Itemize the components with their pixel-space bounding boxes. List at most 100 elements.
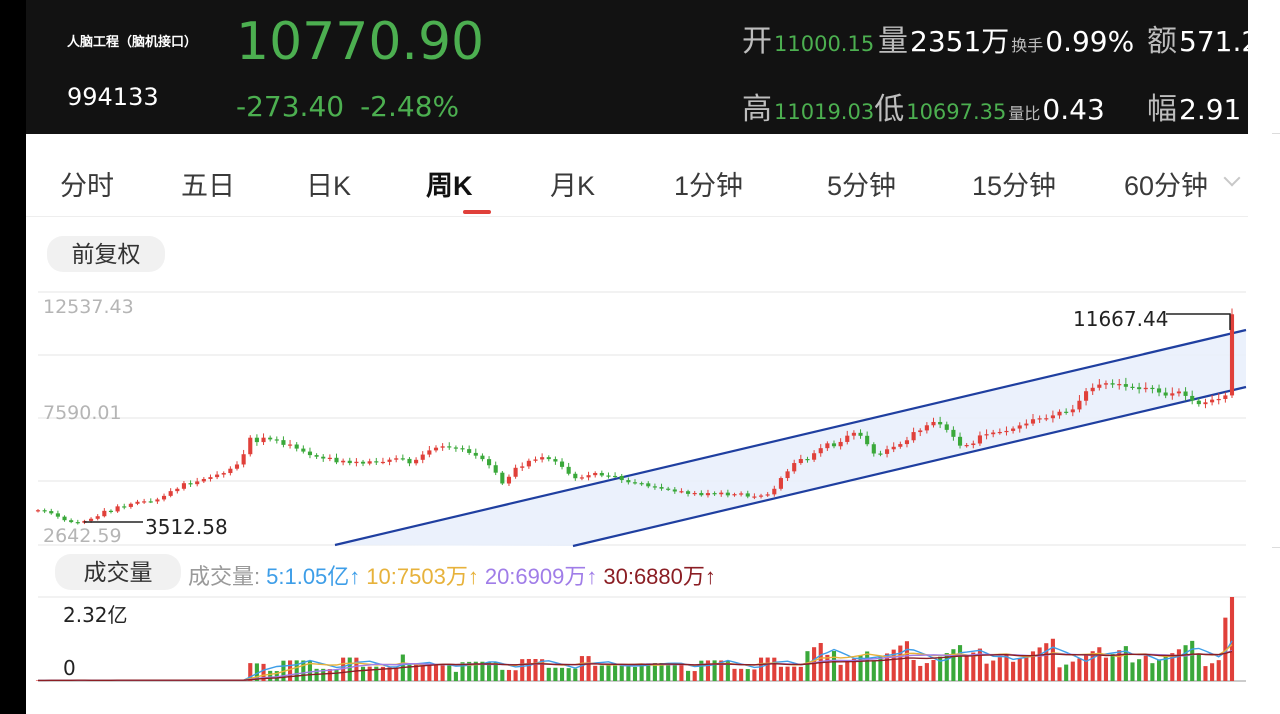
trend-channel-upper [334,328,1247,547]
volume-bar [553,667,558,681]
candle-body [400,458,405,460]
volume-bar [632,666,638,681]
candle-body [221,473,226,475]
candle-body [241,454,246,465]
candle-body [885,449,890,454]
y-axis-label: 7590.01 [43,402,122,424]
candle-body [69,520,74,523]
candle-body [394,458,399,460]
candle-body [705,493,711,496]
volume-bar [546,667,551,681]
candle-body [374,461,379,463]
candle-body [1077,400,1082,410]
volume-bar [659,663,664,681]
candle-body [553,459,558,462]
candle-body [1170,393,1175,396]
volume-bar [1150,663,1155,681]
candle-body [904,440,910,445]
candle-body [1103,383,1109,385]
kline-chart[interactable]: 12537.43 7590.01 2642.59 11667.44 3512.58 2.3… [0,0,1280,714]
candle-body [1130,386,1135,388]
candle-body [327,457,332,459]
candle-body [453,447,458,449]
candle-body [1004,430,1009,433]
candle-body [1084,391,1089,401]
volume-bar [566,668,571,681]
candle-body [175,488,180,492]
volume-bar [1050,638,1055,681]
volume-bar [692,671,697,681]
candle-body [944,424,949,430]
candle-body [825,443,830,449]
volume-bar [957,645,963,681]
volume-bar [573,668,578,681]
candle-body [1216,398,1221,401]
candle-body [971,443,976,446]
volume-ma30: 30:6880万↑ [603,564,716,589]
candle-body [559,461,565,467]
volume-bar [360,666,366,681]
candle-body [918,430,923,433]
volume-bar [1064,664,1069,681]
candle-body [115,506,120,512]
candle-body [1090,387,1095,392]
candle-body [626,480,631,483]
volume-bar [765,657,770,681]
volume-bar [599,665,604,681]
candle-body [1017,425,1022,429]
volume-axis-label: 0 [63,656,76,680]
volume-bar [559,667,565,681]
volume-bar [513,670,518,681]
candle-body [1057,411,1062,416]
volume-bar [752,669,757,681]
candle-body [951,429,956,437]
candle-body [772,488,777,495]
candle-body [334,457,339,463]
low-annotation: 3512.58 [145,515,228,539]
volume-bar [1203,666,1208,681]
candle-body [261,437,266,443]
volume-bar [493,662,498,681]
candle-body [792,463,797,472]
candle-body [1123,384,1128,387]
volume-ma5: 5:1.05亿↑ [266,564,361,589]
volume-bar [686,670,691,681]
candle-body [1070,409,1075,413]
candle-body [493,465,498,473]
volume-bar [798,666,803,681]
candle-body [586,475,591,478]
volume-legend-title: 成交量: [188,564,261,589]
volume-bar [1011,661,1016,681]
volume-bar [420,664,425,681]
volume-bar [825,654,830,681]
candle-body [818,448,823,454]
volume-bar [613,665,618,681]
candle-body [546,457,551,460]
candle-body [805,459,810,461]
candle-body [871,444,876,454]
volume-bar [606,665,611,681]
candle-body [195,481,200,485]
candle-body [447,446,452,448]
candle-body [75,522,80,524]
adjust-mode-button[interactable]: 前复权 [47,236,165,272]
candle-body [513,467,518,477]
volume-bar [931,659,936,681]
volume-bar [453,671,458,681]
candle-body [686,491,691,494]
candle-body [1143,387,1148,390]
candle-body [785,471,790,479]
candle-body [606,475,611,477]
volume-bar [679,663,684,681]
candle-body [181,483,186,489]
candle-body [831,443,837,447]
candle-body [148,501,153,503]
volume-indicator-button[interactable]: 成交量 [55,554,181,590]
volume-bar [1156,660,1162,681]
candle-body [520,466,525,468]
candle-body [765,494,770,496]
candle-body [440,446,445,448]
candle-body [739,493,744,495]
candle-body [1150,387,1155,390]
candle-body [991,432,996,435]
